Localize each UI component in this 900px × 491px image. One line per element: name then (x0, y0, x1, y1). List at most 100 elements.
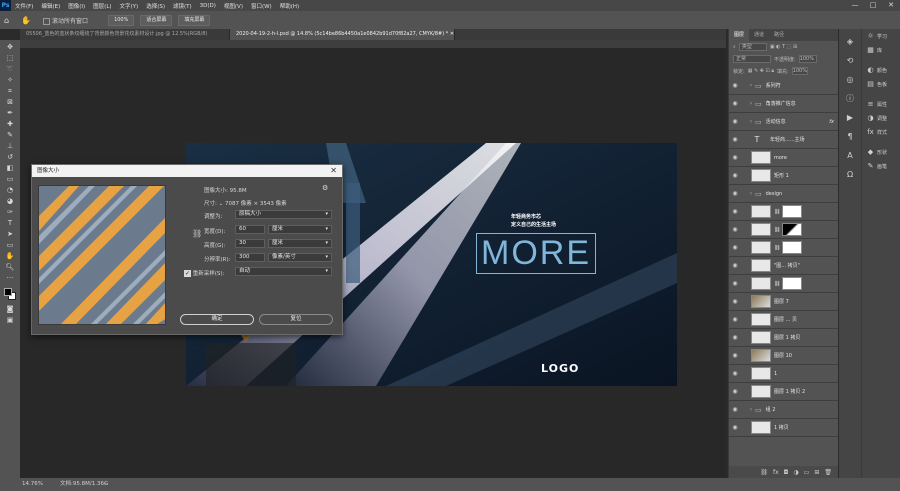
stamp-tool-icon[interactable]: ⊥ (2, 141, 18, 152)
panel-shape[interactable]: ◆ 形状 (862, 145, 900, 159)
expand-chevron-icon[interactable]: › (747, 82, 755, 89)
layer-row[interactable]: ◉ "图... 拷贝" (729, 257, 838, 275)
layer-row[interactable]: ◉ › ▭ 系列符 (729, 77, 838, 95)
visibility-eye-icon[interactable]: ◉ (729, 316, 741, 323)
type-tool-icon[interactable]: T (2, 218, 18, 229)
layer-row[interactable]: ◉ T 年轻商......主场 (729, 131, 838, 149)
mask-link-icon[interactable]: ⛓ (774, 281, 780, 287)
actions-dock-icon[interactable]: ▶ (843, 111, 857, 125)
chevron-down-icon[interactable]: ⌄ (219, 201, 224, 207)
height-unit-select[interactable]: 厘米 (268, 239, 332, 248)
fit-to-select[interactable]: 原稿大小 (235, 210, 332, 219)
layers-dock-icon[interactable]: ◈ (843, 35, 857, 49)
hand-tool-side-icon[interactable]: ✋ (2, 251, 18, 262)
layer-row[interactable]: ◉ › ▭ 活动信息 fx (729, 113, 838, 131)
panel-adjust[interactable]: ◑ 调整 (862, 111, 900, 125)
screen-mode-icon[interactable]: ▣ (2, 315, 18, 326)
healing-tool-icon[interactable]: ✚ (2, 119, 18, 130)
more-tools-icon[interactable]: ··· (2, 273, 18, 284)
brush-tool-icon[interactable]: ✎ (2, 130, 18, 141)
resample-checkbox[interactable]: ✓ (184, 270, 191, 277)
tab-paths[interactable]: 路径 (769, 29, 789, 41)
visibility-eye-icon[interactable]: ◉ (729, 280, 741, 287)
paragraph-dock-icon[interactable]: ¶ (843, 130, 857, 144)
link-icon[interactable]: ⛓ (192, 229, 202, 238)
fx-icon[interactable]: fx (773, 469, 779, 476)
tab-channels[interactable]: 通道 (749, 29, 769, 41)
zoom-tool-icon[interactable]: 🔍︎ (2, 262, 18, 273)
expand-chevron-icon[interactable]: › (747, 100, 755, 107)
menu-edit[interactable]: 编辑(E) (37, 2, 64, 10)
panel-color[interactable]: ◐ 颜色 (862, 63, 900, 77)
expand-chevron-icon[interactable]: › (747, 118, 755, 125)
visibility-eye-icon[interactable]: ◉ (729, 298, 741, 305)
blur-tool-icon[interactable]: ◔ (2, 185, 18, 196)
zoom-level[interactable]: 14.76% (22, 478, 43, 491)
layer-fx-badge[interactable]: fx (829, 119, 834, 125)
tab-document-1[interactable]: 05506_蓝色的蓝状条纹缠绕了背景颜色背景花纹素材设计.jpg @ 12.5%… (20, 29, 230, 40)
fill-input[interactable]: 100% (791, 67, 808, 75)
layer-row[interactable]: ◉ ⛓ (729, 203, 838, 221)
path-select-tool-icon[interactable]: ➤ (2, 229, 18, 240)
ok-button[interactable]: 确定 (180, 314, 254, 325)
close-tab-icon[interactable]: ✕ (450, 31, 454, 37)
panel-bulb[interactable]: ☼ 学习 (862, 29, 900, 43)
zoom-100-button[interactable]: 100% (108, 14, 135, 26)
layer-row[interactable]: ◉ › ▭ 角落推广信息 (729, 95, 838, 113)
pen-tool-icon[interactable]: ✑ (2, 207, 18, 218)
expand-chevron-icon[interactable]: › (747, 406, 755, 413)
visibility-eye-icon[interactable]: ◉ (729, 226, 741, 233)
visibility-eye-icon[interactable]: ◉ (729, 244, 741, 251)
expand-chevron-icon[interactable]: › (747, 190, 755, 197)
menu-filter[interactable]: 滤镜(T) (169, 2, 196, 10)
layer-row[interactable]: ◉ 矩形 1 (729, 167, 838, 185)
menu-file[interactable]: 文件(F) (11, 2, 37, 10)
gradient-tool-icon[interactable]: ▭ (2, 174, 18, 185)
layer-mask-thumbnail[interactable] (782, 241, 803, 254)
history-dock-icon[interactable]: ⟲ (843, 54, 857, 68)
history-brush-tool-icon[interactable]: ↺ (2, 152, 18, 163)
fill-screen-button[interactable]: 填充屏幕 (178, 14, 211, 26)
marquee-tool-icon[interactable]: ⬚ (2, 53, 18, 64)
fit-screen-button[interactable]: 适合屏幕 (140, 14, 173, 26)
gear-icon[interactable]: ⚙ (322, 184, 328, 192)
magic-wand-tool-icon[interactable]: ✧ (2, 75, 18, 86)
frame-tool-icon[interactable]: ⊠ (2, 97, 18, 108)
navigator-dock-icon[interactable]: ◎ (843, 73, 857, 87)
panel-swatches[interactable]: ▤ 色板 (862, 77, 900, 91)
dialog-close-icon[interactable]: ✕ (330, 165, 337, 177)
link-layers-icon[interactable]: ⛓ (760, 469, 768, 476)
visibility-eye-icon[interactable]: ◉ (729, 424, 741, 431)
info-dock-icon[interactable]: ⓘ (843, 92, 857, 106)
layer-row[interactable]: ◉ › ▭ design (729, 185, 838, 203)
menu-layer[interactable]: 图层(L) (89, 2, 115, 10)
visibility-eye-icon[interactable]: ◉ (729, 208, 741, 215)
visibility-eye-icon[interactable]: ◉ (729, 406, 741, 413)
quick-mask-icon[interactable]: ◙ (2, 304, 18, 315)
visibility-eye-icon[interactable]: ◉ (729, 190, 741, 197)
menu-3d[interactable]: 3D(D) (196, 3, 220, 9)
layer-filter-select[interactable]: 类型 (738, 43, 767, 51)
scroll-all-option[interactable]: 滚动所有窗口 (43, 16, 88, 25)
menu-window[interactable]: 窗口(W) (247, 2, 276, 10)
layer-row[interactable]: ◉ 图层 7 (729, 293, 838, 311)
maximize-button[interactable]: □ (864, 0, 882, 11)
add-mask-icon[interactable]: ◘ (784, 469, 789, 476)
reset-button[interactable]: 复位 (259, 314, 333, 325)
layer-row[interactable]: ◉ › ▭ 组 2 (729, 401, 838, 419)
tab-layers[interactable]: 图层 (729, 29, 750, 41)
rectangle-tool-icon[interactable]: ▭ (2, 240, 18, 251)
status-arrow-icon[interactable]: › (104, 478, 106, 491)
layer-row[interactable]: ◉ ⛓ (729, 275, 838, 293)
color-swatches[interactable] (2, 286, 18, 302)
lock-icons[interactable]: ▦ ✎ ✥ ⊡ 🔒︎ (748, 68, 774, 74)
layer-mask-thumbnail[interactable] (782, 223, 803, 236)
menu-image[interactable]: 图像(I) (64, 2, 89, 10)
visibility-eye-icon[interactable]: ◉ (729, 334, 741, 341)
height-input[interactable]: 30 (235, 239, 265, 248)
dodge-tool-icon[interactable]: ◕ (2, 196, 18, 207)
visibility-eye-icon[interactable]: ◉ (729, 82, 741, 89)
layer-row[interactable]: ◉ more (729, 149, 838, 167)
crop-tool-icon[interactable]: ⌗ (2, 86, 18, 97)
visibility-eye-icon[interactable]: ◉ (729, 370, 741, 377)
